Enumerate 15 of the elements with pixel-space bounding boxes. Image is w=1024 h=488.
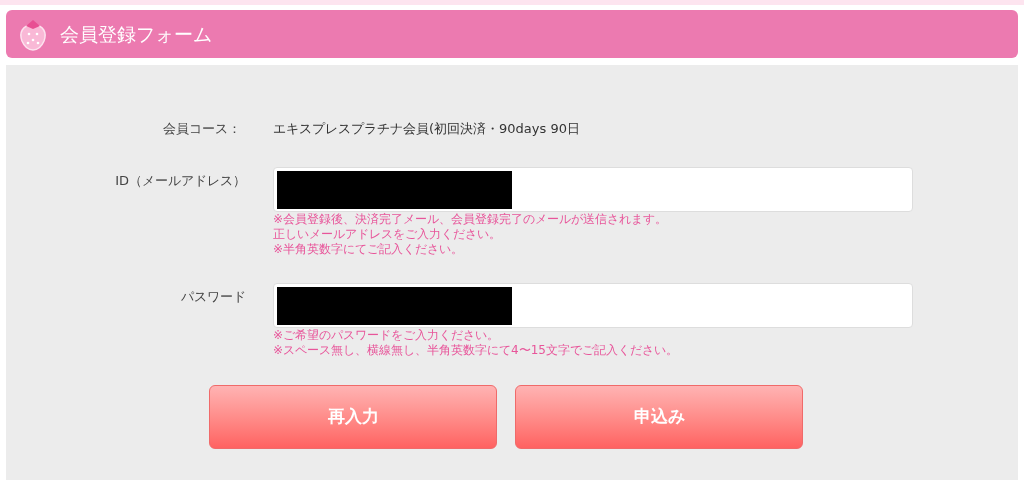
submit-button[interactable]: 再入力 [209,385,497,449]
input-field[interactable] [273,283,913,328]
form-title: 会員登録フォーム [60,21,212,47]
course-value: エキスプレスプラチナ会員(初回決済・90days 90日 [273,120,580,139]
hint-text: ※ご希望のパスワードをご入力ください。 [273,328,501,343]
hint-text: ※スペース無し、横線無し、半角英数字にて4〜15文字でご記入ください。 [273,343,679,358]
input-field[interactable] [273,167,913,212]
hint-text: ※会員登録後、決済完了メール、会員登録完了のメールが送信されます。 [273,212,669,227]
submit-button[interactable]: 申込み [515,385,803,449]
strawberry-icon [18,17,48,51]
course-label: 会員コース： [163,120,241,139]
hint-text: ※半角英数字にてご記入ください。 [273,242,465,257]
field-label: パスワード [181,288,246,306]
field-label: ID（メールアドレス） [115,172,246,190]
hint-text: 正しいメールアドレスをご入力ください。 [273,227,502,242]
